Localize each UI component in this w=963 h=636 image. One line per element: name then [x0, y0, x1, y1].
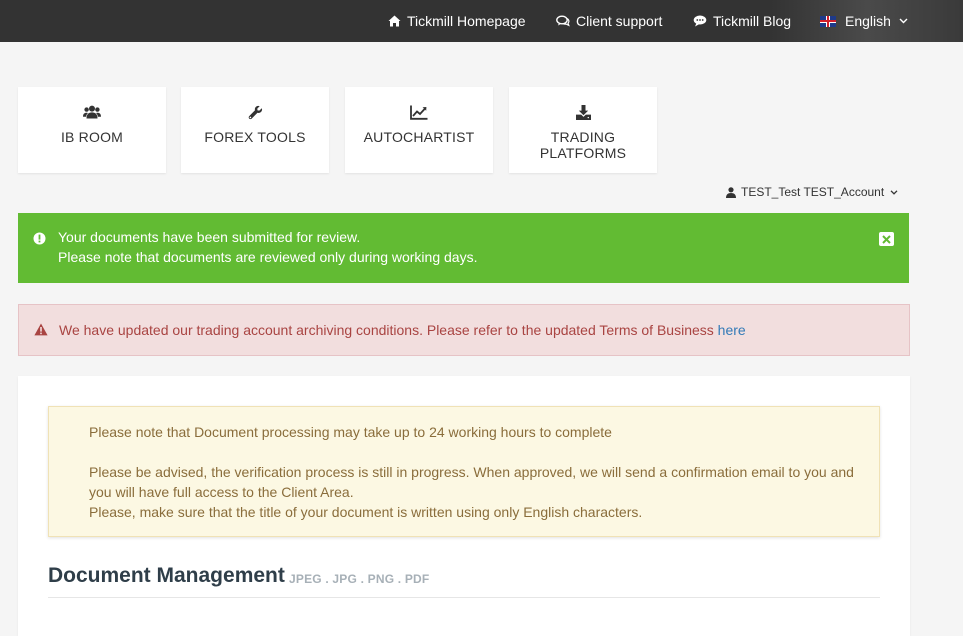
tile-trading-platforms-label: TRADING PLATFORMS: [509, 129, 657, 161]
tile-trading-platforms-label-line1: TRADING: [550, 129, 616, 145]
users-icon: [18, 105, 166, 119]
top-navbar: Tickmill Homepage Client support Tickmil…: [0, 0, 963, 42]
download-icon: [509, 105, 657, 120]
client-support-label: Client support: [576, 13, 663, 29]
notice-line4: Please, make sure that the title of your…: [89, 504, 643, 520]
chevron-down-icon: [890, 189, 898, 195]
document-panel: Please note that Document processing may…: [18, 376, 910, 636]
tickmill-homepage-link[interactable]: Tickmill Homepage: [388, 0, 526, 42]
wrench-icon: [181, 105, 329, 120]
user-account-menu[interactable]: TEST_Test TEST_Account: [726, 185, 898, 199]
tile-autochartist[interactable]: AUTOCHARTIST: [345, 87, 493, 173]
user-name: TEST_Test TEST_Account: [741, 185, 885, 199]
success-alert-line2: Please note that documents are reviewed …: [58, 249, 478, 265]
notice-line1: Please note that Document processing may…: [89, 424, 612, 440]
notice-line3: you will have full access to the Client …: [89, 484, 354, 500]
processing-notice: Please note that Document processing may…: [48, 406, 880, 537]
home-icon: [388, 15, 401, 27]
document-management-title: Document Management: [48, 564, 285, 587]
chat-bubbles-icon: [556, 15, 570, 27]
client-support-link[interactable]: Client support: [556, 0, 662, 42]
comment-icon: [693, 15, 707, 27]
tile-trading-platforms-label-line2: PLATFORMS: [539, 145, 627, 161]
tickmill-blog-link[interactable]: Tickmill Blog: [693, 0, 791, 42]
tickmill-homepage-label: Tickmill Homepage: [407, 13, 526, 29]
archiving-conditions-message: We have updated our trading account arch…: [59, 322, 718, 338]
close-icon[interactable]: [879, 232, 894, 246]
notice-line2: Please be advised, the verification proc…: [89, 464, 854, 480]
exclamation-circle-icon: [33, 232, 46, 250]
line-chart-icon: [345, 105, 493, 120]
tile-ib-room[interactable]: IB ROOM: [18, 87, 166, 173]
section-divider: [48, 597, 880, 598]
terms-of-business-link[interactable]: here: [718, 322, 746, 338]
success-alert-line1: Your documents have been submitted for r…: [58, 229, 361, 245]
language-selector[interactable]: English: [820, 0, 908, 42]
archiving-conditions-text: We have updated our trading account arch…: [59, 322, 746, 338]
success-alert: Your documents have been submitted for r…: [18, 213, 909, 283]
language-label: English: [845, 13, 891, 29]
archiving-conditions-alert: We have updated our trading account arch…: [18, 304, 910, 356]
chevron-down-icon: [899, 18, 908, 24]
uk-flag-icon: [820, 15, 836, 27]
tile-autochartist-label: AUTOCHARTIST: [363, 129, 475, 145]
tile-forex-tools[interactable]: FOREX TOOLS: [181, 87, 329, 173]
tile-ib-room-label: IB ROOM: [60, 129, 124, 145]
warning-triangle-icon: [34, 323, 48, 341]
user-icon: [726, 186, 736, 198]
tile-forex-tools-label: FOREX TOOLS: [204, 129, 306, 145]
tile-trading-platforms[interactable]: TRADING PLATFORMS: [509, 87, 657, 173]
tickmill-blog-label: Tickmill Blog: [713, 13, 792, 29]
accepted-formats: JPEG . JPG . PNG . PDF: [289, 572, 430, 586]
